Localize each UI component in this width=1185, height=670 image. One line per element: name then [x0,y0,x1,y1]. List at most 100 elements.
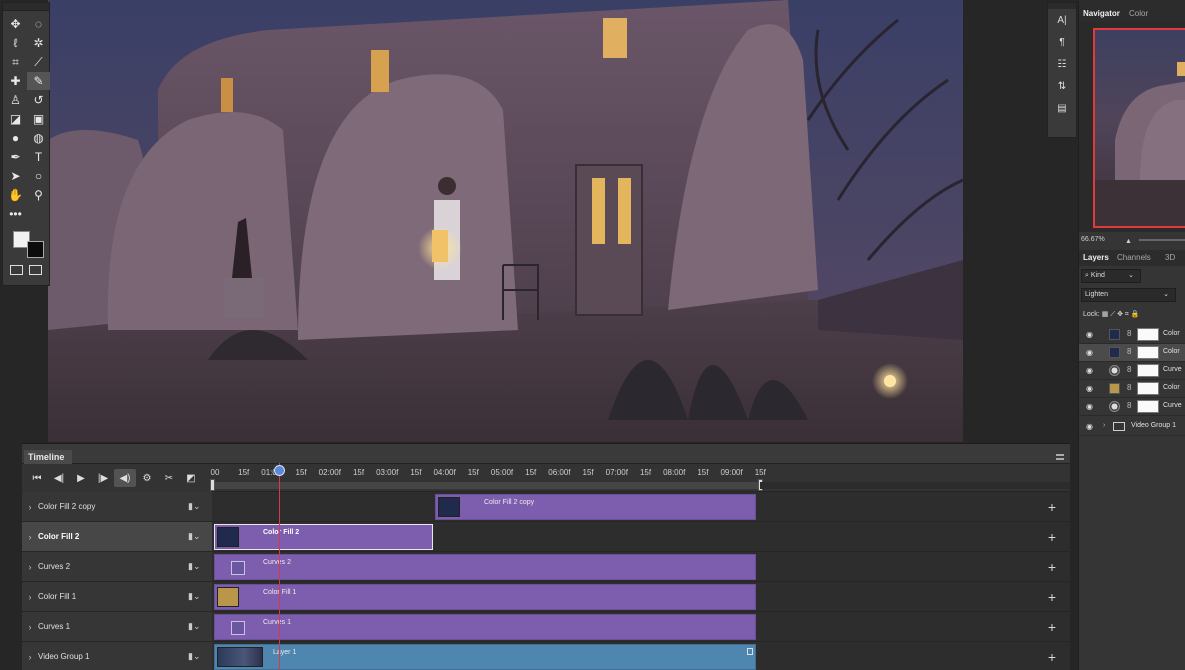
move-icon[interactable]: ✥ [4,15,27,33]
layer-row[interactable]: ◉ 8 Color [1079,344,1185,362]
work-area-start-handle[interactable] [210,479,215,491]
eye-icon[interactable]: ◉ [1086,422,1093,431]
history-brush-icon[interactable]: ↺ [27,91,50,109]
chevron-right-icon[interactable]: › [1103,422,1105,429]
tab-navigator[interactable]: Navigator [1083,9,1120,18]
film-strip-icon[interactable]: ▮⌄ [188,501,212,512]
layer-mask-thumbnail[interactable] [1137,328,1159,341]
character-icon[interactable]: A| [1048,9,1076,31]
go-to-first-frame-icon[interactable]: ⏮ [26,469,48,487]
add-media-button[interactable]: + [1048,590,1056,604]
properties-icon[interactable]: ☷ [1048,53,1076,75]
pen-icon[interactable]: ✒ [4,148,27,166]
time-ruler[interactable]: 00 15f 01:00f 15f 02:00f 15f 03:00f 15f 04:00f 15… [210,464,1070,492]
timeline-clip[interactable]: Color Fill 2 [214,524,433,550]
track-header[interactable]: › Curves 2 ▮⌄ [22,552,212,581]
chevron-right-icon[interactable]: › [22,532,38,542]
zoom-out-icon[interactable]: ▲ [1125,235,1132,249]
playhead-line[interactable] [279,463,280,670]
lock-pixels-icon[interactable]: ▦ [1102,311,1111,318]
track-lane[interactable]: Color Fill 2 copy [212,492,1070,521]
path-select-icon[interactable]: ➤ [4,167,27,185]
crop-icon[interactable]: ⌗ [4,53,27,71]
layer-group-row[interactable]: ◉ › Video Group 1 [1079,418,1185,436]
chevron-right-icon[interactable]: › [22,502,38,512]
more-tools-icon[interactable]: ••• [4,205,27,223]
eraser-icon[interactable]: ◪ [4,110,27,128]
track-header[interactable]: › Color Fill 2 ▮⌄ [22,522,212,551]
next-frame-icon[interactable]: |▶ [92,469,114,487]
track-header[interactable]: › Video Group 1 ▮⌄ [22,642,212,670]
layer-row[interactable]: ◉ 8 Color [1079,380,1185,398]
layer-row[interactable]: ◉ 8 Color [1079,326,1185,344]
film-strip-icon[interactable]: ▮⌄ [188,591,212,602]
split-at-playhead-icon[interactable]: ✂ [158,469,180,487]
layer-row[interactable]: ◉ 8 Curve [1079,398,1185,416]
transition-icon[interactable]: ◩ [180,469,202,487]
panel-menu-icon[interactable] [1056,454,1064,460]
blur-icon[interactable]: ● [4,129,27,147]
tab-channels[interactable]: Channels [1117,253,1151,262]
track-header[interactable]: › Color Fill 2 copy ▮⌄ [22,492,212,521]
adjustments-icon[interactable]: ⇅ [1048,75,1076,97]
type-icon[interactable]: T [27,148,50,166]
brush-icon[interactable]: ✎ [27,72,50,90]
layer-row[interactable]: ◉ 8 Curve [1079,362,1185,380]
background-color-swatch[interactable] [27,241,44,258]
healing-brush-icon[interactable]: ✚ [4,72,27,90]
eye-icon[interactable]: ◉ [1086,330,1093,339]
eye-icon[interactable]: ◉ [1086,348,1093,357]
film-strip-icon[interactable]: ▮⌄ [188,621,212,632]
chevron-right-icon[interactable]: › [22,652,38,662]
dodge-icon[interactable]: ◍ [27,129,50,147]
lock-position-icon[interactable]: ✥ [1117,311,1125,318]
zoom-icon[interactable]: ⚲ [27,186,50,204]
navigator-view-box[interactable] [1093,28,1185,228]
timeline-clip[interactable]: Curves 2 [214,554,756,580]
eyedropper-icon[interactable]: ⟋ [27,53,50,71]
film-strip-icon[interactable]: ▮⌄ [188,561,212,572]
eye-icon[interactable]: ◉ [1086,384,1093,393]
track-lane[interactable]: Layer 1 [212,642,1070,670]
timeline-clip[interactable]: Curves 1 [214,614,756,640]
clone-stamp-icon[interactable]: ♙ [4,91,27,109]
eye-icon[interactable]: ◉ [1086,402,1093,411]
track-header[interactable]: › Curves 1 ▮⌄ [22,612,212,641]
add-media-button[interactable]: + [1048,650,1056,664]
chevron-right-icon[interactable]: › [22,592,38,602]
play-icon[interactable]: ▶ [70,469,92,487]
add-media-button[interactable]: + [1048,620,1056,634]
audio-toggle-icon[interactable]: ◀) [114,469,136,487]
chevron-right-icon[interactable]: › [22,622,38,632]
quick-mask-icon[interactable] [10,265,23,275]
magic-wand-icon[interactable]: ✲ [27,34,50,52]
work-area-bar[interactable] [212,482,780,489]
tab-3d[interactable]: 3D [1165,253,1175,262]
clip-end-icon[interactable] [747,648,753,655]
gradient-icon[interactable]: ▣ [27,110,50,128]
layer-mask-thumbnail[interactable] [1137,382,1159,395]
marquee-icon[interactable]: ◌ [27,15,50,33]
timeline-clip[interactable]: Color Fill 1 [214,584,756,610]
paragraph-icon[interactable]: ¶ [1048,31,1076,53]
lock-all-icon[interactable]: 🔒 [1131,311,1140,318]
hand-icon[interactable]: ✋ [4,186,27,204]
timeline-clip[interactable]: Color Fill 2 copy [435,494,756,520]
tools-panel-grip[interactable] [3,3,49,11]
track-lane[interactable]: Color Fill 2 [212,522,1070,551]
timeline-clip[interactable]: Layer 1 [214,644,756,670]
tab-layers[interactable]: Layers [1083,253,1109,262]
add-media-button[interactable]: + [1048,530,1056,544]
tab-color[interactable]: Color [1129,9,1148,18]
document-canvas[interactable] [48,0,963,442]
film-strip-icon[interactable]: ▮⌄ [188,531,212,542]
layer-mask-thumbnail[interactable] [1137,364,1159,377]
add-media-button[interactable]: + [1048,500,1056,514]
track-lane[interactable]: Color Fill 1 [212,582,1070,611]
add-media-button[interactable]: + [1048,560,1056,574]
tab-timeline[interactable]: Timeline [24,450,73,464]
libraries-icon[interactable]: ▤ [1048,97,1076,119]
track-lane[interactable]: Curves 1 [212,612,1070,641]
track-lane[interactable]: Curves 2 [212,552,1070,581]
screen-mode-icon[interactable] [29,265,42,275]
